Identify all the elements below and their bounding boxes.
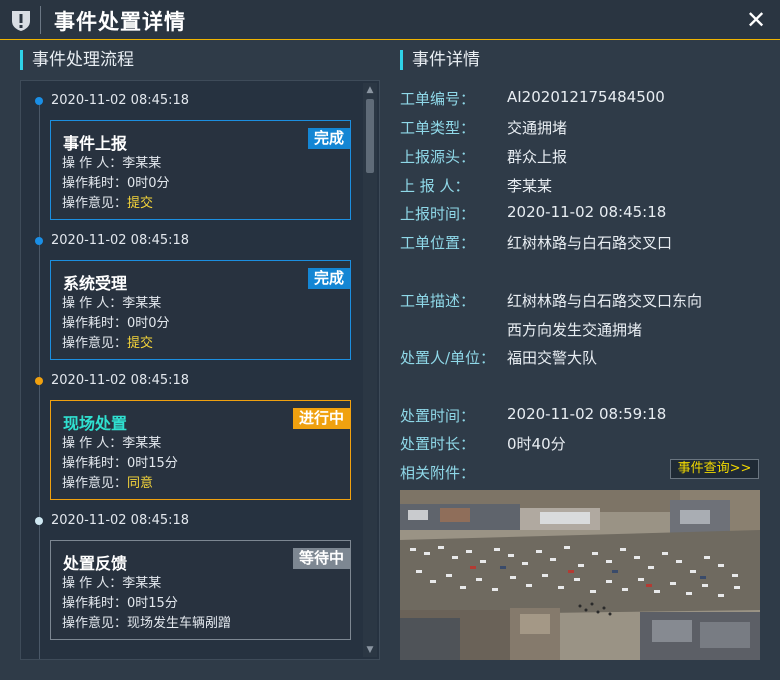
order-desc-line1: 红树林路与白石路交叉口东向 <box>507 292 703 310</box>
event-query-button[interactable]: 事件查询>> <box>670 459 759 479</box>
header-divider <box>40 6 41 34</box>
warning-shield-icon <box>12 11 30 31</box>
report-source-label: 上报源头： <box>400 148 476 166</box>
process-flow-panel[interactable]: 2020-11-02 08:45:18 事件上报 完成 操 作 人：李某某 操作… <box>20 80 380 660</box>
timeline-dot <box>35 377 43 385</box>
opinion-line: 操作意见：现场发生车辆剐蹭 <box>62 616 232 631</box>
flow-section-title: 事件处理流程 <box>20 50 134 70</box>
order-location-value: 红树林路与白石路交叉口 <box>507 234 673 252</box>
reporter-value: 李某某 <box>507 177 553 195</box>
handle-duration-label: 处置时长： <box>400 435 476 453</box>
scroll-thumb[interactable] <box>366 99 374 173</box>
operator-line: 操 作 人：李某某 <box>62 576 162 591</box>
status-badge: 进行中 <box>292 408 350 429</box>
step-card[interactable]: 处置反馈 等待中 操 作 人：李某某 操作耗时：0时15分 操作意见：现场发生车… <box>50 540 351 640</box>
handler-value: 福田交警大队 <box>507 349 598 367</box>
order-no-label: 工单编号： <box>400 90 476 108</box>
step-time: 2020-11-02 08:45:18 <box>51 233 190 248</box>
step-title: 事件上报 <box>63 134 128 153</box>
order-type-label: 工单类型： <box>400 119 476 137</box>
status-badge: 完成 <box>307 268 350 289</box>
duration-line: 操作耗时：0时0分 <box>62 176 170 191</box>
operator-line: 操 作 人：李某某 <box>62 156 162 171</box>
order-desc-label: 工单描述： <box>400 292 476 310</box>
duration-line: 操作耗时：0时0分 <box>62 316 170 331</box>
dialog-header: 事件处置详情 ✕ <box>0 0 780 40</box>
scroll-up-arrow-icon[interactable]: ▲ <box>365 85 375 95</box>
handle-time-label: 处置时间： <box>400 407 476 425</box>
timeline-dot <box>35 97 43 105</box>
scroll-down-arrow-icon[interactable]: ▼ <box>365 645 375 655</box>
opinion-line: 操作意见：同意 <box>62 476 154 491</box>
status-badge: 等待中 <box>292 548 350 569</box>
close-button[interactable]: ✕ <box>744 6 768 34</box>
step-card[interactable]: 事件上报 完成 操 作 人：李某某 操作耗时：0时0分 操作意见：提交 <box>50 120 351 220</box>
operator-line: 操 作 人：李某某 <box>62 436 162 451</box>
opinion-line: 操作意见：提交 <box>62 336 154 351</box>
handle-duration-value: 0时40分 <box>507 435 566 453</box>
order-desc-line2: 西方向发生交通拥堵 <box>507 321 643 339</box>
report-time-label: 上报时间： <box>400 205 476 223</box>
order-type-value: 交通拥堵 <box>507 119 568 137</box>
step-card[interactable]: 系统受理 完成 操 作 人：李某某 操作耗时：0时0分 操作意见：提交 <box>50 260 351 360</box>
duration-line: 操作耗时：0时15分 <box>62 456 178 471</box>
order-no-value: AI202012175484500 <box>507 88 665 106</box>
attachment-label: 相关附件： <box>400 464 476 482</box>
detail-section-title: 事件详情 <box>400 50 480 70</box>
step-time: 2020-11-02 08:45:18 <box>51 373 190 388</box>
handler-label: 处置人/单位： <box>400 349 496 367</box>
reporter-label: 上 报 人： <box>400 177 470 195</box>
handle-time-value: 2020-11-02 08:59:18 <box>507 405 667 423</box>
step-title: 系统受理 <box>63 274 128 293</box>
duration-line: 操作耗时：0时15分 <box>62 596 178 611</box>
step-time: 2020-11-02 08:45:18 <box>51 513 190 528</box>
dialog-title: 事件处置详情 <box>54 10 186 34</box>
opinion-line: 操作意见：提交 <box>62 196 154 211</box>
report-time-value: 2020-11-02 08:45:18 <box>507 203 667 221</box>
report-source-value: 群众上报 <box>507 148 568 166</box>
timeline-dot <box>35 237 43 245</box>
step-card[interactable]: 现场处置 进行中 操 作 人：李某某 操作耗时：0时15分 操作意见：同意 <box>50 400 351 500</box>
operator-line: 操 作 人：李某某 <box>62 296 162 311</box>
status-badge: 完成 <box>307 128 350 149</box>
timeline-dot <box>35 517 43 525</box>
attachment-photo[interactable] <box>400 490 760 660</box>
step-title: 现场处置 <box>63 414 128 433</box>
order-location-label: 工单位置： <box>400 234 476 252</box>
step-time: 2020-11-02 08:45:18 <box>51 93 190 108</box>
step-title: 处置反馈 <box>63 554 128 573</box>
flow-scrollbar[interactable]: ▲ ▼ <box>363 83 377 657</box>
